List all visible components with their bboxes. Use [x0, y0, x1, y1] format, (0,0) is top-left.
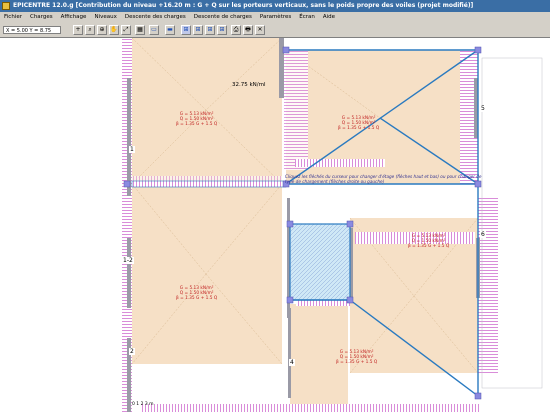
printer-icon[interactable]: 🖶: [243, 25, 253, 35]
central-beam: [131, 180, 287, 188]
menu-fichier[interactable]: Fichier: [0, 12, 26, 23]
slab-note-4: G = 5.13 kN/m² Q = 1.50 kN/m² β = 1.35 G…: [408, 234, 450, 249]
zoom-area-icon[interactable]: ⊕: [97, 25, 107, 35]
add-button[interactable]: +: [73, 25, 83, 35]
menu-ecran[interactable]: Écran: [295, 12, 319, 23]
slab-note-1: G = 5.13 kN/m² Q = 1.50 kN/m² β = 1.35 G…: [176, 112, 218, 127]
menu-descente-de-charges[interactable]: Descente de charges: [190, 12, 256, 23]
grid-c-icon[interactable]: ⊞: [205, 25, 215, 35]
floor-plan[interactable]: [0, 38, 550, 412]
slab-note-3: G = 5.13 kN/m² Q = 1.50 kN/m² β = 1.35 G…: [338, 116, 380, 131]
hint-text: Cliquez les fléchés du curseur pour chan…: [285, 174, 482, 184]
toolbar: X = 5.00 Y = 8.75 + ⌕ ⊕ ✋ ⤢ ▦ ▭ ▬ ⊞ ⊞ ⊞ …: [0, 23, 550, 38]
slab-note-2: G = 5.13 kN/m² Q = 1.50 kN/m² β = 1.35 G…: [176, 286, 218, 301]
axis-label-5: 5: [480, 105, 486, 112]
load-value-label: 32.75 kN/ml: [232, 82, 266, 88]
load-mid-wall: [284, 50, 308, 170]
load-bottom-edge: [140, 404, 480, 412]
window-title: EPICENTRE 12.0.g [Contribution du niveau…: [13, 2, 474, 9]
pan-icon[interactable]: ✋: [109, 25, 119, 35]
app-icon: [2, 2, 10, 10]
axis-label-6: 6: [480, 231, 486, 238]
grid-a-icon[interactable]: ⊞: [181, 25, 191, 35]
axis-label-1: 1: [129, 146, 135, 153]
menu-parametres[interactable]: Paramètres: [256, 12, 295, 23]
zoom-icon[interactable]: ⌕: [85, 25, 95, 35]
menu-aide[interactable]: Aide: [319, 12, 339, 23]
axis-label-1-2: 1-2: [122, 257, 134, 264]
hatch-icon[interactable]: ▦: [135, 25, 145, 35]
menu-descente-des-charges[interactable]: Descente des charges: [121, 12, 190, 23]
slab-note-5: G = 5.13 kN/m² Q = 1.50 kN/m² β = 1.35 G…: [336, 350, 378, 365]
print-icon[interactable]: ⎙: [231, 25, 241, 35]
grid-d-icon[interactable]: ⊞: [217, 25, 227, 35]
grid-b-icon[interactable]: ⊞: [193, 25, 203, 35]
menu-affichage[interactable]: Affichage: [57, 12, 91, 23]
menu-niveaux[interactable]: Niveaux: [90, 12, 120, 23]
floor-opening: [289, 223, 351, 301]
close-icon[interactable]: ✕: [255, 25, 265, 35]
coordinate-readout: X = 5.00 Y = 8.75: [3, 26, 61, 34]
plan-canvas[interactable]: 32.75 kN/ml Cliquez les fléchés du curse…: [0, 38, 550, 412]
title-bar: EPICENTRE 12.0.g [Contribution du niveau…: [0, 0, 550, 12]
wall-icon[interactable]: ▬: [165, 25, 175, 35]
zoom-fit-icon[interactable]: ⤢: [121, 25, 131, 35]
window-icon[interactable]: ▭: [149, 25, 159, 35]
menu-charges[interactable]: Charges: [26, 12, 57, 23]
load-right-lower: [478, 198, 498, 373]
axis-label-4: 4: [289, 359, 295, 366]
scale-bar: 0 1 2 3 m: [132, 402, 154, 407]
axis-label-2: 2: [129, 348, 135, 355]
load-top-beam: [295, 159, 385, 167]
